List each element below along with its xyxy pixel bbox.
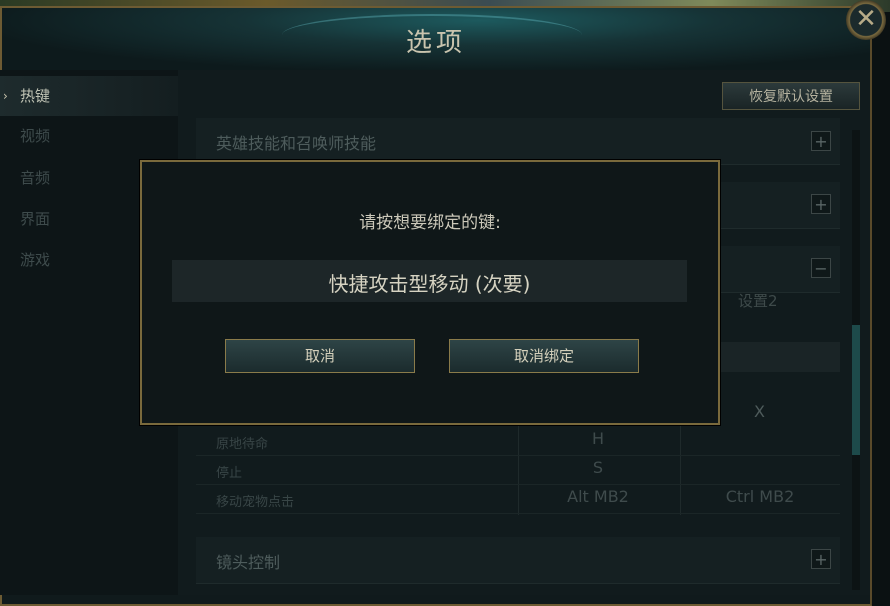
- column-header-settings2: 设置2: [738, 292, 778, 310]
- keybind-value[interactable]: X: [754, 402, 765, 421]
- dialog-prompt: 请按想要绑定的键:: [359, 213, 501, 233]
- table-row: 原地待命 H: [196, 427, 840, 456]
- section-label: 英雄技能和召唤师技能: [216, 134, 377, 153]
- section-label: 镜头控制: [216, 553, 281, 572]
- sidebar-item-label: 游戏: [20, 251, 51, 269]
- collapse-icon[interactable]: −: [811, 258, 831, 278]
- keybind-primary[interactable]: Alt MB2: [518, 487, 678, 506]
- sidebar-item-label: 热键: [20, 87, 51, 105]
- chevron-right-icon: ›: [3, 89, 8, 103]
- row-label: 原地待命: [216, 437, 269, 452]
- dialog-action-name: 快捷攻击型移动 (次要): [328, 272, 531, 296]
- keybind-secondary[interactable]: Ctrl MB2: [680, 487, 840, 506]
- close-icon[interactable]: ✕: [846, 0, 886, 40]
- table-row: 停止 S: [196, 456, 840, 485]
- expand-icon[interactable]: +: [811, 549, 831, 569]
- sidebar-item-hotkeys[interactable]: › 热键: [0, 76, 178, 116]
- keybind-primary[interactable]: S: [518, 458, 678, 477]
- expand-icon[interactable]: +: [811, 131, 831, 151]
- scrollbar-thumb[interactable]: [852, 325, 860, 455]
- table-row: 移动宠物点击 Alt MB2 Ctrl MB2: [196, 485, 840, 514]
- window-title: 选项: [405, 28, 466, 58]
- title-bar: 选项: [2, 8, 870, 71]
- row-label: 移动宠物点击: [216, 495, 295, 510]
- keybind-primary[interactable]: H: [518, 429, 678, 448]
- sidebar-item-label: 视频: [20, 127, 51, 145]
- sidebar-item-label: 音频: [20, 169, 51, 187]
- reset-defaults-button[interactable]: 恢复默认设置: [722, 82, 860, 110]
- section-champion-abilities[interactable]: 英雄技能和召唤师技能: [196, 118, 840, 165]
- row-label: 停止: [216, 466, 243, 481]
- unbind-button[interactable]: 取消绑定: [449, 339, 639, 373]
- cancel-button[interactable]: 取消: [225, 339, 415, 373]
- sidebar-item-video[interactable]: 视频: [0, 116, 178, 156]
- expand-icon[interactable]: +: [811, 194, 831, 214]
- sidebar-item-label: 界面: [20, 210, 51, 228]
- section-camera-control[interactable]: 镜头控制: [196, 537, 840, 584]
